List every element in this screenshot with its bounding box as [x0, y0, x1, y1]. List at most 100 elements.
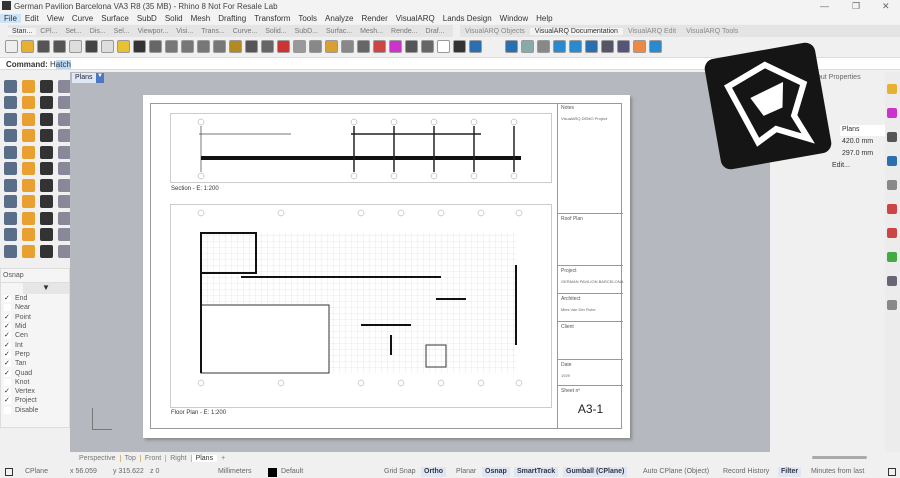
- toolbar-button-icon[interactable]: [617, 39, 630, 53]
- tool-button-icon[interactable]: [4, 162, 17, 176]
- toolbar-button-icon[interactable]: [649, 39, 662, 53]
- viewport-tab-top[interactable]: Top: [121, 455, 141, 462]
- tool-button-icon[interactable]: [40, 211, 53, 225]
- toolbar-tab[interactable]: Rende...: [387, 28, 421, 35]
- tool-button-icon[interactable]: [4, 228, 17, 242]
- planar-toggle[interactable]: Planar: [456, 468, 476, 475]
- tool-button-icon[interactable]: [22, 96, 35, 110]
- panel-toggle-right-icon[interactable]: [888, 468, 896, 476]
- toolbar-button-icon[interactable]: [165, 39, 178, 53]
- grid-snap-toggle[interactable]: Grid Snap: [384, 468, 416, 475]
- viewport-tab-front[interactable]: Front: [141, 455, 167, 462]
- tool-button-icon[interactable]: [4, 211, 17, 225]
- osnap-disable[interactable]: Disable: [1, 406, 69, 415]
- osnap-vertex[interactable]: ✓ Vertex: [1, 387, 69, 396]
- toolbar-button-icon[interactable]: [389, 39, 402, 53]
- checkbox[interactable]: ✓: [4, 369, 11, 377]
- menu-solid[interactable]: Solid: [161, 14, 187, 23]
- tool-button-icon[interactable]: [22, 211, 35, 225]
- menu-curve[interactable]: Curve: [68, 14, 97, 23]
- toolbar-button-icon[interactable]: [5, 39, 18, 53]
- add-viewport-icon[interactable]: +: [217, 455, 229, 462]
- restore-button[interactable]: ❐: [852, 1, 860, 12]
- visualarq-tab[interactable]: VisualARQ Objects: [460, 28, 530, 35]
- close-button[interactable]: ✕: [882, 1, 890, 12]
- osnap-end[interactable]: ✓ End: [1, 294, 69, 303]
- toolbar-button-icon[interactable]: [181, 39, 194, 53]
- gumball-toggle[interactable]: Gumball (CPlane): [563, 467, 628, 477]
- tool-button-icon[interactable]: [40, 145, 53, 159]
- viewport-title-tab[interactable]: Plans: [72, 73, 96, 83]
- toolbar-button-icon[interactable]: [553, 39, 566, 53]
- toolbar-tab[interactable]: Trans...: [197, 28, 228, 35]
- toolbar-button-icon[interactable]: [85, 39, 98, 53]
- side-panel-icon[interactable]: [887, 156, 897, 166]
- toolbar-button-icon[interactable]: [357, 39, 370, 53]
- toolbar-button-icon[interactable]: [133, 39, 146, 53]
- toolbar-button-icon[interactable]: [437, 39, 450, 53]
- menu-transform[interactable]: Transform: [250, 14, 294, 23]
- toolbar-button-icon[interactable]: [469, 39, 482, 53]
- viewport-menu-dropdown-icon[interactable]: ▼: [96, 73, 104, 83]
- tool-button-icon[interactable]: [4, 178, 17, 192]
- tool-button-icon[interactable]: [4, 80, 17, 93]
- toolbar-button-icon[interactable]: [149, 39, 162, 53]
- checkbox[interactable]: ✓: [4, 350, 11, 358]
- menu-surface[interactable]: Surface: [97, 14, 133, 23]
- toolbar-button-icon[interactable]: [293, 39, 306, 53]
- viewport-tab-right[interactable]: Right: [166, 455, 192, 462]
- record-history-toggle[interactable]: Record History: [723, 468, 769, 475]
- status-cplane[interactable]: CPlane: [25, 468, 48, 475]
- toolbar-button-icon[interactable]: [245, 39, 258, 53]
- toolbar-tab[interactable]: Set...: [61, 28, 85, 35]
- toolbar-button-icon[interactable]: [341, 39, 354, 53]
- tool-button-icon[interactable]: [22, 228, 35, 242]
- tool-button-icon[interactable]: [22, 178, 35, 192]
- tool-button-icon[interactable]: [4, 145, 17, 159]
- visualarq-tab[interactable]: VisualARQ Tools: [681, 28, 743, 35]
- toolbar-tab[interactable]: Solid...: [261, 28, 290, 35]
- checkbox[interactable]: ✓: [4, 341, 11, 349]
- toolbar-button-icon[interactable]: [405, 39, 418, 53]
- tool-button-icon[interactable]: [40, 228, 53, 242]
- osnap-knot[interactable]: Knot: [1, 378, 69, 387]
- menu-analyze[interactable]: Analyze: [321, 14, 357, 23]
- toolbar-button-icon[interactable]: [505, 39, 518, 53]
- menu-lands-design[interactable]: Lands Design: [439, 14, 496, 23]
- side-panel-icon[interactable]: [887, 132, 897, 142]
- tool-button-icon[interactable]: [4, 129, 17, 143]
- tool-button-icon[interactable]: [4, 112, 17, 126]
- osnap-cen[interactable]: ✓ Cen: [1, 331, 69, 340]
- toolbar-button-icon[interactable]: [569, 39, 582, 53]
- toolbar-tab[interactable]: Visi...: [172, 28, 197, 35]
- checkbox[interactable]: ✓: [4, 313, 11, 321]
- visualarq-tab[interactable]: VisualARQ Documentation: [529, 27, 623, 35]
- toolbar-button-icon[interactable]: [537, 39, 550, 53]
- tool-button-icon[interactable]: [22, 145, 35, 159]
- toolbar-button-icon[interactable]: [601, 39, 614, 53]
- toolbar-tab[interactable]: SubD...: [291, 28, 322, 35]
- toolbar-button-icon[interactable]: [197, 39, 210, 53]
- checkbox[interactable]: [4, 304, 11, 312]
- tool-button-icon[interactable]: [22, 195, 35, 209]
- toolbar-button-icon[interactable]: [213, 39, 226, 53]
- menu-mesh[interactable]: Mesh: [187, 14, 215, 23]
- filter-icon[interactable]: ▼: [23, 283, 69, 294]
- tool-button-icon[interactable]: [4, 195, 17, 209]
- toolbar-button-icon[interactable]: [633, 39, 646, 53]
- toolbar-button-icon[interactable]: [325, 39, 338, 53]
- toolbar-tab[interactable]: Surfac...: [322, 28, 356, 35]
- tool-button-icon[interactable]: [40, 178, 53, 192]
- tool-button-icon[interactable]: [40, 129, 53, 143]
- smarttrack-toggle[interactable]: SmartTrack: [514, 467, 559, 477]
- checkbox[interactable]: ✓: [4, 388, 11, 396]
- toolbar-button-icon[interactable]: [421, 39, 434, 53]
- osnap-toggle[interactable]: Osnap: [482, 467, 510, 477]
- checkbox[interactable]: ✓: [4, 360, 11, 368]
- status-units[interactable]: Millimeters: [218, 468, 251, 475]
- auto-cplane-toggle[interactable]: Auto CPlane (Object): [643, 468, 709, 475]
- layout-name-field[interactable]: Plans: [840, 125, 885, 136]
- tool-button-icon[interactable]: [22, 244, 35, 258]
- floor-plan-detail[interactable]: [170, 204, 552, 408]
- edit-button[interactable]: Edit...: [832, 162, 850, 169]
